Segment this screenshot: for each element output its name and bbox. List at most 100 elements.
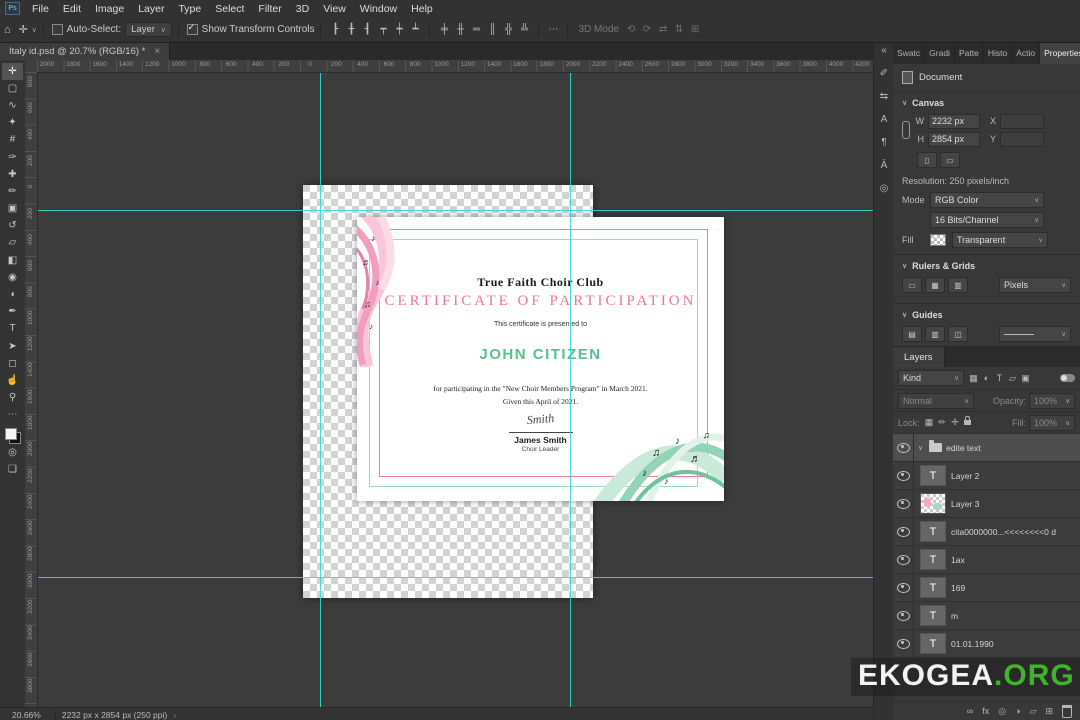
adjustment-layer-icon[interactable]: ◑ [1015,706,1020,716]
history-brush-tool[interactable]: ↺ [2,218,23,235]
layer-filter-kind-dropdown[interactable]: Kind ∨ [898,370,964,386]
guides-icon-1[interactable]: ▥ [925,326,945,342]
tool-preset-caret-icon[interactable]: ∨ [32,26,37,34]
menu-3d[interactable]: 3D [289,3,316,15]
visibility-cell[interactable] [893,630,914,657]
glyphs-panel-icon[interactable]: Ā [881,161,888,171]
tab-patte[interactable]: Patte [955,42,984,64]
lock-transparency-icon[interactable]: ▦ [923,417,936,428]
align-icon-4[interactable]: ┿ [391,24,407,35]
visibility-eye-icon[interactable] [896,470,910,481]
path-selection-tool[interactable]: ➤ [2,338,23,355]
zoom-level[interactable]: 20.66% [0,710,49,720]
rulers-grids-icon-0[interactable]: ▭ [902,277,922,293]
close-icon[interactable]: × [154,46,160,57]
pen-tool[interactable]: ✒ [2,304,23,321]
quick-selection-tool[interactable]: ✦ [2,115,23,132]
ruler-vertical[interactable]: 800 600 400 200 0 200 400 600 800 1000 1200 1400 160… [25,72,38,707]
layer-mask-icon[interactable]: ◎ [998,706,1006,716]
ruler-horizontal[interactable]: 2000 1800 1600 1400 1200 1000 800 600 400 200 0 200… [37,60,873,73]
layer-row[interactable]: T Layer 2 [893,462,1080,490]
align-icon-1[interactable]: ╂ [343,24,359,35]
filter-adjustment-layers-icon[interactable]: ◐ [980,373,993,384]
home-icon[interactable]: ⌂ [0,24,15,36]
layer-row[interactable]: Tcita0000000...<<<<<<<<0 d [893,518,1080,546]
layer-row[interactable]: Layer 3 [893,490,1080,518]
width-field[interactable]: 2232 px [928,113,980,129]
edit-toolbar-icon[interactable]: ⋯ [2,407,23,424]
menu-file[interactable]: File [25,3,56,15]
tab-histo[interactable]: Histo [984,42,1013,64]
layer-row[interactable]: T 169 [893,574,1080,602]
raster-layer-thumbnail[interactable] [920,493,946,514]
visibility-cell[interactable] [893,490,914,517]
adjustments-panel-icon[interactable]: ⇆ [880,92,888,102]
type-tool[interactable]: T [2,321,23,338]
more-options-icon[interactable]: ⋯ [545,24,561,35]
text-layer-thumbnail[interactable]: T [920,577,946,598]
brush-settings-panel-icon[interactable]: ✐ [880,69,888,79]
layer-group-icon[interactable]: ▱ [1030,706,1037,716]
guide-horizontal-2[interactable] [37,577,873,578]
foreground-color-swatch[interactable] [4,427,17,440]
tab-actio[interactable]: Actio [1012,42,1041,64]
tab-layers[interactable]: Layers [893,347,945,367]
text-layer-thumbnail[interactable]: T [920,465,946,486]
lasso-tool[interactable]: ∿ [2,97,23,114]
visibility-eye-icon[interactable] [896,638,910,649]
eraser-tool[interactable]: ▱ [2,235,23,252]
status-arrow-icon[interactable]: › [173,710,176,720]
text-layer-thumbnail[interactable]: T [920,549,946,570]
orientation-landscape-button[interactable]: ▭ [940,152,960,168]
menu-edit[interactable]: Edit [56,3,88,15]
visibility-eye-icon[interactable] [896,554,910,565]
blend-mode-dropdown[interactable]: Normal ∨ [898,392,974,409]
gradient-tool[interactable]: ◧ [2,252,23,269]
dodge-tool[interactable]: ◖ [2,286,23,303]
marquee-tool[interactable]: ▢ [2,80,23,97]
new-layer-icon[interactable]: ⊞ [1045,706,1053,716]
align-icon-3[interactable]: ┯ [375,24,391,35]
visibility-eye-icon[interactable] [896,582,910,593]
distribute-icon-4[interactable]: ╬ [500,24,516,35]
certificate-artwork[interactable]: ♪ ♬ ♪ ♫ ♪ ♫ ♪ ♬ ♪ ♫ ♪ True Faith Choir C… [357,217,724,501]
show-transform-checkbox[interactable] [186,22,198,35]
layer-filter-toggle[interactable] [1060,374,1075,382]
healing-brush-tool[interactable]: ✚ [2,166,23,183]
visibility-cell[interactable] [893,574,914,601]
guide-horizontal-1[interactable] [37,210,873,211]
layer-row[interactable]: Tm [893,602,1080,630]
visibility-cell[interactable] [893,602,914,629]
layer-row[interactable]: T 01.01.1990 [893,630,1080,658]
orientation-portrait-button[interactable]: ▯ [917,152,937,168]
menu-window[interactable]: Window [353,3,404,15]
color-swatches[interactable] [4,427,21,444]
section-rulers-grids[interactable]: ∨ Rulers & Grids [893,255,1080,275]
quick-mask-icon[interactable]: ◎ [2,444,23,461]
menu-filter[interactable]: Filter [251,3,288,15]
distribute-icon-2[interactable]: ═ [468,24,484,35]
guide-style-dropdown[interactable]: ∨ [999,326,1071,342]
tab-gradi[interactable]: Gradi [925,42,955,64]
visibility-eye-icon[interactable] [896,498,910,509]
distribute-icon-0[interactable]: ╪ [436,24,452,35]
document-tab[interactable]: Italy id.psd @ 20.7% (RGB/16) * × [0,42,171,60]
menu-view[interactable]: View [316,3,353,15]
filter-type-layers-icon[interactable]: T [993,373,1006,384]
distribute-icon-5[interactable]: ╩ [516,24,532,35]
text-layer-thumbnail[interactable]: T [920,633,946,654]
shape-tool[interactable]: ◻ [2,355,23,372]
menu-layer[interactable]: Layer [131,3,171,15]
menu-image[interactable]: Image [88,3,131,15]
tab-properties[interactable]: Properties [1040,42,1080,64]
visibility-cell[interactable] [893,462,914,489]
align-icon-2[interactable]: ┨ [359,24,375,35]
menu-select[interactable]: Select [208,3,251,15]
tab-swatc[interactable]: Swatc [893,42,926,64]
guide-vertical-1[interactable] [320,72,321,707]
auto-select-target-dropdown[interactable]: Layer ∨ [125,22,172,37]
zoom-tool[interactable]: ⚲ [2,390,23,407]
rulers-grids-icon-2[interactable]: ▥ [948,277,968,293]
section-canvas[interactable]: ∨ Canvas [893,92,1080,112]
visibility-cell[interactable] [893,434,914,461]
